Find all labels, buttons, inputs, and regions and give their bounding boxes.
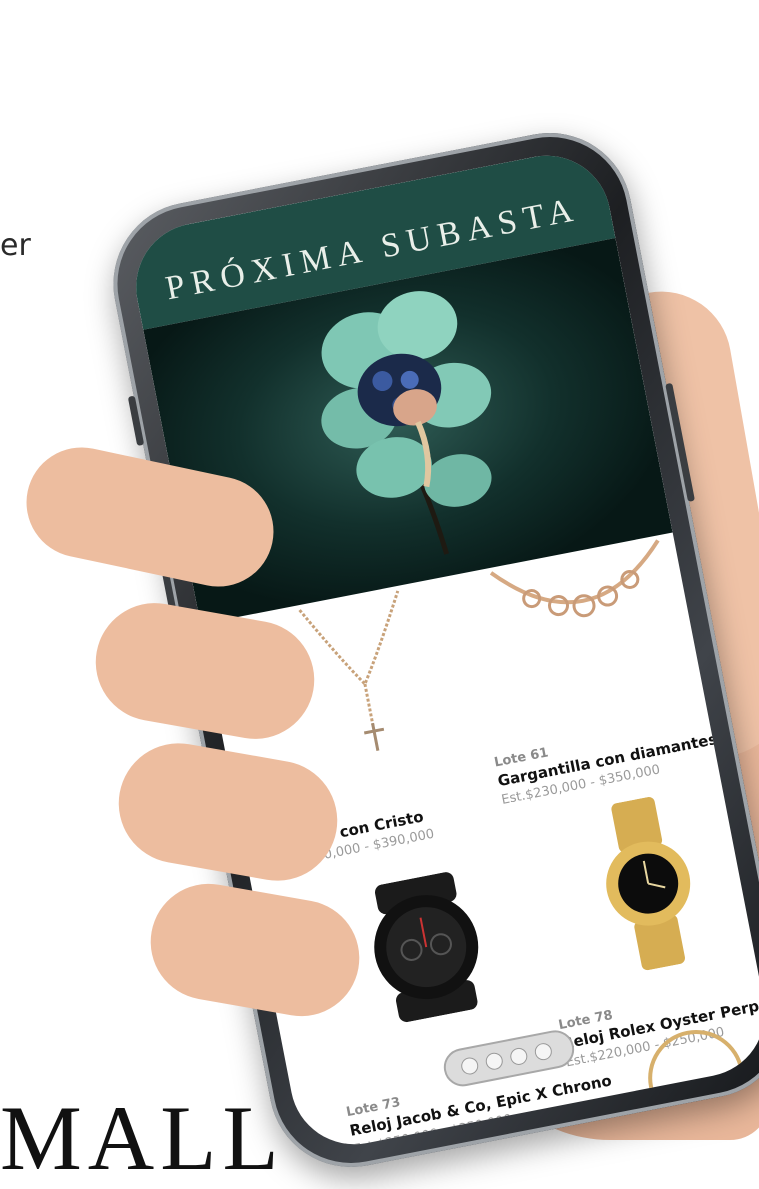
phone-screen: PRÓXIMA SUBASTA Lote 47 Rosario con Cris… xyxy=(125,144,759,1156)
smartphone: PRÓXIMA SUBASTA Lote 47 Rosario con Cris… xyxy=(99,118,759,1182)
lot-card-47[interactable]: Lote 47 Rosario con Cristo Est.$270,000 … xyxy=(267,774,513,872)
rosary-image[interactable] xyxy=(289,584,437,764)
orchid-brooch-image xyxy=(321,291,492,555)
gold-watch-image[interactable] xyxy=(583,791,714,977)
background-text-fragment: er xyxy=(0,228,31,263)
lot-card-61[interactable]: Lote 61 Gargantilla con diamantes Est.$2… xyxy=(493,710,739,808)
background-logo-text: MALL xyxy=(0,1087,285,1189)
black-watch-image[interactable] xyxy=(349,866,503,1028)
